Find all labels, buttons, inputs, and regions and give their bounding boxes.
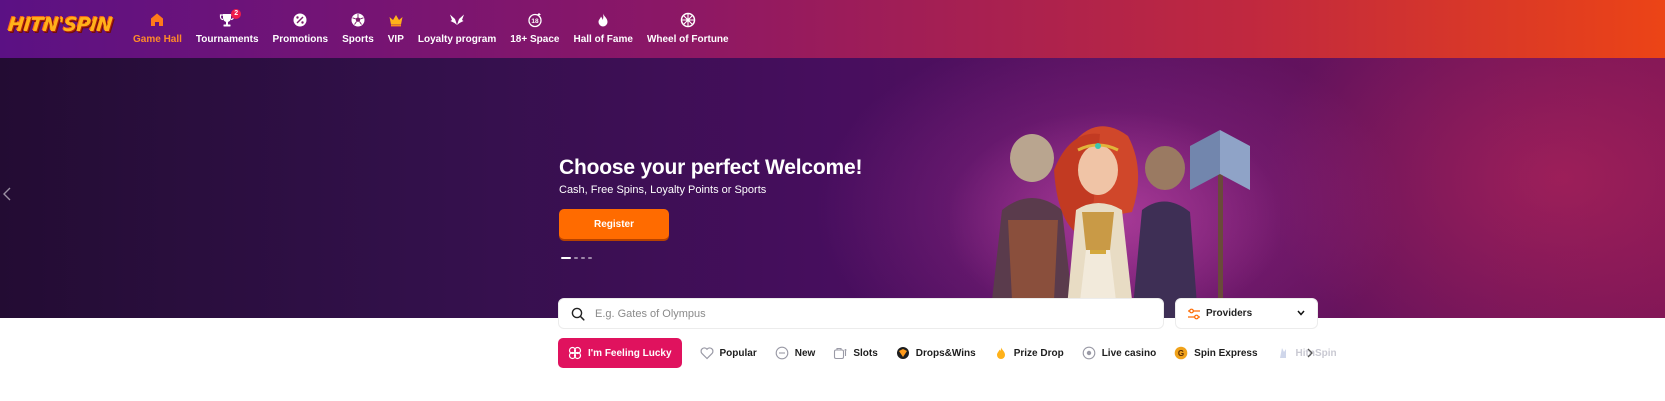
providers-label: Providers (1206, 308, 1253, 319)
nav-item-tournaments[interactable]: 2 Tournaments (189, 0, 266, 58)
nav-label: Tournaments (195, 34, 259, 45)
carousel-indicators (561, 257, 592, 259)
new-icon (775, 346, 789, 360)
soccer-ball-icon (351, 13, 365, 27)
crown-icon (389, 15, 403, 27)
hero-title: Choose your perfect Welcome! (559, 156, 863, 179)
spin-express-icon: G (1174, 346, 1188, 360)
hitnspin-icon (1279, 348, 1286, 358)
game-search-bar (558, 298, 1164, 329)
svg-text:18: 18 (531, 18, 539, 25)
nav-item-hall-of-fame[interactable]: Hall of Fame (566, 0, 639, 58)
search-input[interactable] (595, 305, 1155, 323)
wheel-icon (680, 12, 696, 28)
hero-characters-illustration (950, 110, 1280, 318)
adult-18-icon: 18 (528, 13, 542, 28)
providers-dropdown[interactable]: Providers (1175, 298, 1318, 329)
carousel-dot[interactable] (581, 257, 585, 259)
hero-subtitle: Cash, Free Spins, Loyalty Points or Spor… (559, 184, 767, 196)
slots-icon (834, 347, 847, 360)
carousel-prev-arrow[interactable] (0, 186, 14, 202)
nav-label: Loyalty program (417, 34, 497, 45)
svg-text:G: G (1178, 349, 1184, 358)
chevron-down-icon (1297, 310, 1305, 316)
live-casino-icon (1082, 346, 1096, 360)
prize-drop-icon (996, 347, 1005, 359)
nav-item-wheel-of-fortune[interactable]: Wheel of Fortune (640, 0, 736, 58)
nav-label: Game Hall (133, 34, 182, 45)
feeling-lucky-button[interactable]: I'm Feeling Lucky (558, 338, 682, 368)
category-spin-express[interactable]: G Spin Express (1174, 338, 1258, 368)
nav-label: Hall of Fame (573, 34, 633, 45)
category-label: Drops&Wins (915, 347, 976, 359)
category-label: Spin Express (1194, 347, 1258, 359)
nav-item-game-hall[interactable]: Game Hall (126, 0, 189, 58)
category-label: Prize Drop (1013, 347, 1064, 359)
category-label: HitnSpin (1295, 347, 1337, 359)
feeling-lucky-label: I'm Feeling Lucky (588, 347, 672, 359)
nav-label: VIP (387, 34, 404, 45)
nav-label: 18+ Space (510, 34, 560, 45)
category-new[interactable]: New (775, 338, 816, 368)
category-live-casino[interactable]: Live casino (1082, 338, 1156, 368)
top-navigation-bar: HITN'SPIN Game Hall 2 Tournaments Promot… (0, 0, 1665, 58)
nav-item-promotions[interactable]: Promotions (266, 0, 336, 58)
carousel-dot[interactable] (561, 257, 571, 259)
notification-badge: 2 (231, 9, 242, 19)
main-nav: Game Hall 2 Tournaments Promotions Sport… (126, 0, 736, 58)
category-prize-drop[interactable]: Prize Drop (994, 338, 1064, 368)
brand-logo[interactable]: HITN'SPIN (7, 14, 113, 42)
heart-icon (700, 347, 713, 360)
game-category-bar: I'm Feeling Lucky Popular New Slots Drop… (558, 338, 1337, 368)
category-popular[interactable]: Popular (700, 338, 757, 368)
nav-item-sports[interactable]: Sports (335, 0, 381, 58)
chevron-right-icon[interactable] (1306, 348, 1314, 358)
wings-icon (450, 14, 465, 25)
clover-icon (568, 346, 582, 360)
nav-item-loyalty-program[interactable]: Loyalty program (411, 0, 503, 58)
category-label: Slots (853, 347, 878, 359)
category-label: Popular (719, 347, 757, 359)
category-slots[interactable]: Slots (833, 338, 878, 368)
category-label: New (794, 347, 816, 359)
category-label: Live casino (1101, 347, 1157, 359)
carousel-dot[interactable] (588, 257, 592, 259)
filter-sliders-icon (1188, 308, 1200, 320)
promo-icon (293, 13, 307, 27)
nav-label: Promotions (272, 34, 329, 45)
nav-item-18-space[interactable]: 18 18+ Space (503, 0, 566, 58)
register-button[interactable]: Register (559, 209, 669, 239)
category-drops-wins[interactable]: Drops&Wins (896, 338, 976, 368)
nav-label: Sports (342, 34, 374, 45)
search-icon (571, 307, 585, 321)
home-icon (151, 13, 164, 26)
nav-item-vip[interactable]: VIP (381, 0, 411, 58)
hero-banner: Choose your perfect Welcome! Cash, Free … (0, 58, 1665, 318)
carousel-dot[interactable] (574, 257, 578, 259)
drops-wins-icon (896, 347, 909, 359)
flame-icon (598, 13, 608, 27)
nav-label: Wheel of Fortune (646, 34, 729, 45)
